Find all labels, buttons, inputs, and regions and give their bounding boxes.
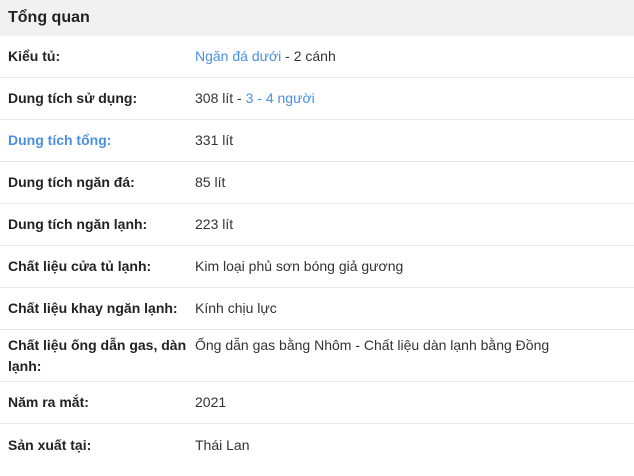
spec-label: Năm ra mắt: bbox=[8, 394, 89, 410]
spec-value: Kính chịu lực bbox=[195, 300, 277, 316]
cabinet-type-doors: - 2 cánh bbox=[281, 48, 336, 64]
spec-row-freezer-capacity: Dung tích ngăn đá: 85 lít bbox=[0, 162, 634, 204]
spec-label: Chất liệu khay ngăn lạnh: bbox=[8, 300, 178, 316]
spec-row-made-in: Sản xuất tại: Thái Lan bbox=[0, 424, 634, 466]
total-capacity-label-link[interactable]: Dung tích tổng: bbox=[0, 130, 195, 151]
spec-value: Kim loại phủ sơn bóng giả gương bbox=[195, 258, 404, 274]
household-size-link[interactable]: 3 - 4 người bbox=[246, 90, 315, 106]
spec-value: 331 lít bbox=[195, 132, 234, 148]
spec-row-fridge-capacity: Dung tích ngăn lạnh: 223 lít bbox=[0, 204, 634, 246]
spec-value: 85 lít bbox=[195, 174, 226, 190]
spec-label: Dung tích ngăn đá: bbox=[8, 174, 135, 190]
spec-value: 2021 bbox=[195, 394, 227, 410]
spec-value: Thái Lan bbox=[195, 436, 250, 453]
spec-value: Ống dẫn gas bằng Nhôm - Chất liệu dàn lạ… bbox=[195, 337, 550, 353]
section-title: Tổng quan bbox=[0, 0, 634, 36]
spec-row-cabinet-type: Kiểu tủ: Ngăn đá dưới - 2 cánh bbox=[0, 36, 634, 78]
spec-label: Dung tích sử dụng: bbox=[8, 90, 138, 106]
spec-value: 308 lít - 3 - 4 người bbox=[195, 88, 634, 109]
spec-label: Chất liệu ống dẫn gas, dàn lạnh: bbox=[8, 336, 187, 374]
spec-label: Sản xuất tại: bbox=[8, 436, 92, 453]
spec-row-gas-pipe-material: Chất liệu ống dẫn gas, dàn lạnh: Ống dẫn… bbox=[0, 330, 634, 382]
usable-capacity-value: 308 lít - bbox=[195, 90, 246, 106]
spec-label: Chất liệu cửa tủ lạnh: bbox=[8, 258, 152, 274]
cabinet-type-link[interactable]: Ngăn đá dưới bbox=[195, 48, 281, 64]
spec-row-release-year: Năm ra mắt: 2021 bbox=[0, 382, 634, 424]
spec-value: Ngăn đá dưới - 2 cánh bbox=[195, 46, 634, 67]
specs-section: Tổng quan Kiểu tủ: Ngăn đá dưới - 2 cánh… bbox=[0, 0, 634, 476]
spec-row-total-capacity: Dung tích tổng: 331 lít bbox=[0, 120, 634, 162]
spec-label: Kiểu tủ: bbox=[8, 48, 61, 64]
spec-label: Dung tích ngăn lạnh: bbox=[8, 216, 148, 232]
spec-value: 223 lít bbox=[195, 216, 234, 232]
spec-row-door-material: Chất liệu cửa tủ lạnh: Kim loại phủ sơn … bbox=[0, 246, 634, 288]
spec-row-shelf-material: Chất liệu khay ngăn lạnh: Kính chịu lực bbox=[0, 288, 634, 330]
spec-row-usable-capacity: Dung tích sử dụng: 308 lít - 3 - 4 người bbox=[0, 78, 634, 120]
